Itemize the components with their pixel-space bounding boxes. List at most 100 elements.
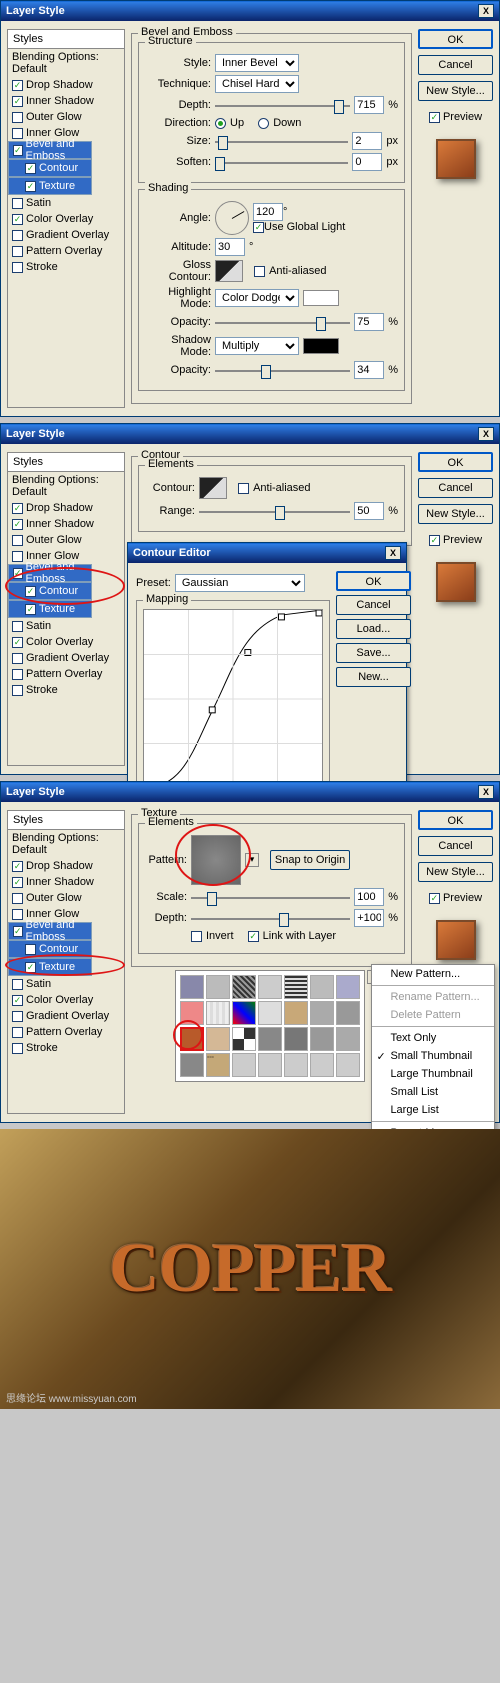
effect-checkbox[interactable] (12, 112, 23, 123)
close-button[interactable]: X (478, 4, 494, 18)
highlight-opacity-input[interactable] (354, 313, 384, 331)
effect-checkbox[interactable] (12, 198, 23, 209)
link-layer-checkbox[interactable]: ✓ (248, 931, 259, 942)
new-style-button[interactable]: New Style... (418, 862, 493, 882)
editor-save-button[interactable]: Save... (336, 643, 411, 663)
menu-item[interactable]: Small List (372, 1083, 494, 1101)
size-input[interactable] (352, 132, 382, 150)
new-style-button[interactable]: New Style... (418, 81, 493, 101)
effect-checkbox[interactable] (12, 230, 23, 241)
sidebar-item[interactable]: ✓Drop Shadow (8, 858, 124, 874)
altitude-input[interactable] (215, 238, 245, 256)
down-radio[interactable] (258, 118, 269, 129)
antialiased-checkbox[interactable] (238, 483, 249, 494)
pattern-picker[interactable] (191, 835, 241, 885)
close-button[interactable]: X (478, 785, 494, 799)
sidebar-item[interactable]: ✓Color Overlay (8, 992, 124, 1008)
preset-select[interactable]: Gaussian (175, 574, 305, 592)
sidebar-item[interactable]: Pattern Overlay (8, 1024, 124, 1040)
sidebar-item[interactable]: Satin (8, 976, 124, 992)
effect-checkbox[interactable]: ✓ (13, 568, 23, 579)
effect-checkbox[interactable]: ✓ (25, 962, 36, 973)
effect-checkbox[interactable] (12, 893, 23, 904)
highlight-mode-select[interactable]: Color Dodge (215, 289, 299, 307)
sidebar-item[interactable]: ✓Color Overlay (8, 211, 124, 227)
sidebar-item[interactable]: Stroke (8, 1040, 124, 1056)
sidebar-item[interactable]: ✓Bevel and Emboss (8, 564, 92, 582)
close-button[interactable]: X (478, 427, 494, 441)
effect-checkbox[interactable] (12, 669, 23, 680)
scale-slider[interactable] (191, 890, 350, 904)
depth-slider[interactable] (215, 98, 350, 112)
highlight-color-swatch[interactable] (303, 290, 339, 306)
effect-checkbox[interactable]: ✓ (12, 96, 23, 107)
effect-checkbox[interactable]: ✓ (25, 586, 36, 597)
sidebar-item[interactable]: Outer Glow (8, 890, 124, 906)
technique-select[interactable]: Chisel Hard (215, 75, 299, 93)
depth-input[interactable] (354, 909, 384, 927)
sidebar-item[interactable]: ✓Drop Shadow (8, 77, 124, 93)
sidebar-item[interactable]: Pattern Overlay (8, 666, 124, 682)
menu-item[interactable]: Small Thumbnail (372, 1047, 494, 1065)
invert-checkbox[interactable] (191, 931, 202, 942)
sidebar-item[interactable]: Blending Options: Default (8, 830, 124, 858)
style-select[interactable]: Inner Bevel (215, 54, 299, 72)
editor-ok-button[interactable]: OK (336, 571, 411, 591)
sidebar-item[interactable]: ✓Texture (8, 958, 92, 976)
menu-item[interactable]: New Pattern... (372, 965, 494, 983)
contour-curve[interactable] (143, 609, 323, 789)
range-input[interactable] (354, 502, 384, 520)
effect-checkbox[interactable] (12, 535, 23, 546)
menu-item[interactable]: Large List (372, 1101, 494, 1119)
effect-checkbox[interactable]: ✓ (25, 181, 36, 192)
effect-checkbox[interactable] (12, 685, 23, 696)
effect-checkbox[interactable]: ✓ (13, 145, 23, 156)
sidebar-item[interactable]: Satin (8, 195, 124, 211)
global-light-checkbox[interactable]: ✓ (253, 222, 264, 233)
sidebar-item[interactable]: Gradient Overlay (8, 1008, 124, 1024)
pattern-dropdown-arrow[interactable]: ▾ (245, 853, 259, 867)
new-style-button[interactable]: New Style... (418, 504, 493, 524)
pattern-grid[interactable]: === (175, 970, 365, 1082)
effect-checkbox[interactable]: ✓ (12, 877, 23, 888)
sidebar-item[interactable]: ✓Inner Shadow (8, 874, 124, 890)
effect-checkbox[interactable]: ✓ (12, 503, 23, 514)
soften-input[interactable] (352, 153, 382, 171)
effect-checkbox[interactable]: ✓ (12, 861, 23, 872)
sidebar-item[interactable]: ✓Bevel and Emboss (8, 922, 92, 940)
preview-checkbox[interactable]: ✓ (429, 112, 440, 123)
effect-checkbox[interactable] (12, 262, 23, 273)
sidebar-item[interactable]: ✓Inner Shadow (8, 93, 124, 109)
menu-item[interactable]: Large Thumbnail (372, 1065, 494, 1083)
ok-button[interactable]: OK (418, 29, 493, 49)
sidebar-item[interactable]: Outer Glow (8, 532, 124, 548)
depth-input[interactable] (354, 96, 384, 114)
sidebar-item[interactable]: Outer Glow (8, 109, 124, 125)
cancel-button[interactable]: Cancel (418, 836, 493, 856)
preview-checkbox[interactable]: ✓ (429, 893, 440, 904)
effect-checkbox[interactable]: ✓ (12, 995, 23, 1006)
effect-checkbox[interactable] (12, 1027, 23, 1038)
cancel-button[interactable]: Cancel (418, 478, 493, 498)
angle-input[interactable] (253, 203, 283, 221)
shadow-opacity-input[interactable] (354, 361, 384, 379)
sidebar-header[interactable]: Styles (8, 30, 124, 49)
gloss-contour-picker[interactable] (215, 260, 243, 282)
snap-to-origin-button[interactable]: Snap to Origin (270, 850, 350, 870)
ok-button[interactable]: OK (418, 810, 493, 830)
effect-checkbox[interactable] (12, 1043, 23, 1054)
angle-wheel[interactable] (215, 201, 249, 235)
sidebar-item[interactable]: Satin (8, 618, 124, 634)
effect-checkbox[interactable] (12, 246, 23, 257)
sidebar-item[interactable]: Pattern Overlay (8, 243, 124, 259)
effect-checkbox[interactable] (12, 551, 23, 562)
editor-load-button[interactable]: Load... (336, 619, 411, 639)
effect-checkbox[interactable]: ✓ (12, 637, 23, 648)
sidebar-item[interactable]: ✓Inner Shadow (8, 516, 124, 532)
effect-checkbox[interactable] (25, 944, 36, 955)
ok-button[interactable]: OK (418, 452, 493, 472)
scale-input[interactable] (354, 888, 384, 906)
range-slider[interactable] (199, 504, 350, 518)
editor-new-button[interactable]: New... (336, 667, 411, 687)
sidebar-item[interactable]: Blending Options: Default (8, 49, 124, 77)
